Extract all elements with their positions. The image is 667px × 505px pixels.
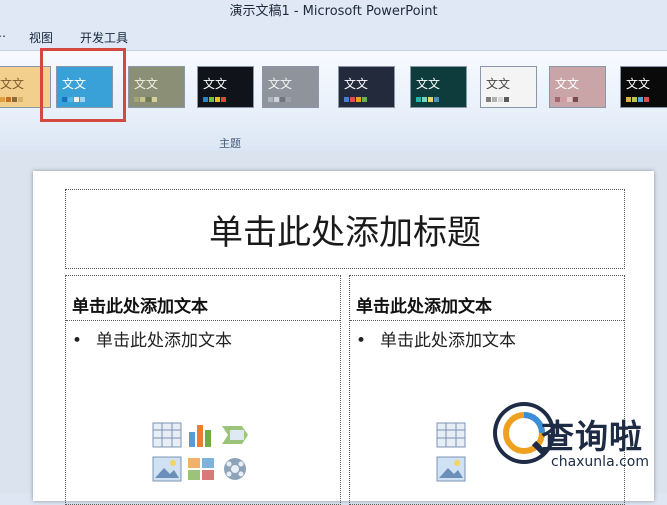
title-text: 单击此处添加标题: [209, 212, 481, 253]
bullet-icon: •: [356, 331, 367, 351]
menu-edge-icon: ⋯: [0, 29, 6, 43]
color-swatch: [0, 97, 5, 102]
color-swatch: [344, 97, 349, 102]
color-swatch: [209, 97, 214, 102]
color-swatch: [428, 97, 433, 102]
theme-sample-text: 文文: [0, 77, 25, 91]
theme-sample-text: 文文: [134, 77, 159, 91]
color-swatch: [567, 97, 572, 102]
menu-view[interactable]: 视图: [29, 29, 53, 46]
theme-thumbnail[interactable]: 文文: [549, 66, 606, 108]
clipart-icon[interactable]: [186, 456, 216, 482]
color-swatch: [286, 97, 291, 102]
theme-sample-text: 文文: [203, 77, 228, 91]
watermark: 查询啦 chaxunla.com: [493, 402, 665, 476]
color-swatch: [280, 97, 285, 102]
color-swatch: [12, 97, 17, 102]
left-content-placeholder[interactable]: 单击此处添加文本 • 单击此处添加文本: [65, 275, 341, 505]
right-heading-box: 单击此处添加文本: [350, 276, 624, 321]
theme-group-label: 主题: [219, 137, 241, 150]
color-swatch: [561, 97, 566, 102]
color-swatch: [152, 97, 157, 102]
picture-icon[interactable]: [436, 456, 466, 482]
right-bullet: • 单击此处添加文本: [356, 326, 516, 351]
theme-thumbnail[interactable]: 文文: [620, 66, 667, 108]
watermark-domain: chaxunla.com: [551, 454, 649, 470]
color-swatch: [362, 97, 367, 102]
bullet-icon: •: [72, 331, 83, 351]
color-swatch: [486, 97, 491, 102]
theme-sample-text: 文文: [416, 77, 441, 91]
color-swatch: [492, 97, 497, 102]
title-bar: 演示文稿1 - Microsoft PowerPoint: [0, 0, 667, 24]
color-swatch: [644, 97, 649, 102]
left-bullet-text: 单击此处添加文本: [96, 331, 232, 351]
left-bullet: • 单击此处添加文本: [72, 326, 232, 351]
table-icon[interactable]: [152, 422, 182, 448]
window-title: 演示文稿1 - Microsoft PowerPoint: [229, 4, 438, 19]
color-swatch: [555, 97, 560, 102]
theme-color-swatches: [134, 97, 157, 102]
theme-color-swatches: [344, 97, 367, 102]
color-swatch: [268, 97, 273, 102]
color-swatch: [6, 97, 11, 102]
watermark-cn: 查询啦: [541, 417, 643, 456]
theme-color-swatches: [268, 97, 291, 102]
color-swatch: [573, 97, 578, 102]
theme-color-swatches: [0, 97, 23, 102]
theme-sample-text: 文文: [555, 77, 580, 91]
theme-color-swatches: [203, 97, 226, 102]
table-icon[interactable]: [436, 422, 466, 448]
color-swatch: [274, 97, 279, 102]
theme-sample-text: 文文: [486, 77, 511, 91]
media-icon[interactable]: [220, 456, 250, 482]
color-swatch: [140, 97, 145, 102]
menu-developer[interactable]: 开发工具: [80, 29, 128, 46]
theme-sample-text: 文文: [268, 77, 293, 91]
theme-thumbnail[interactable]: 文文: [128, 66, 185, 108]
color-swatch: [626, 97, 631, 102]
theme-thumbnail[interactable]: 文文: [197, 66, 254, 108]
color-swatch: [350, 97, 355, 102]
color-swatch: [434, 97, 439, 102]
menu-bar: ⋯ 视图 开发工具: [0, 24, 667, 50]
theme-color-swatches: [486, 97, 509, 102]
color-swatch: [416, 97, 421, 102]
theme-color-swatches: [555, 97, 578, 102]
right-bullet-text: 单击此处添加文本: [380, 331, 516, 351]
theme-color-swatches: [416, 97, 439, 102]
color-swatch: [203, 97, 208, 102]
color-swatch: [498, 97, 503, 102]
theme-sample-text: 文文: [626, 77, 651, 91]
color-swatch: [134, 97, 139, 102]
picture-icon[interactable]: [152, 456, 182, 482]
left-heading-text: 单击此处添加文本: [72, 297, 208, 317]
theme-thumbnail[interactable]: 文文: [410, 66, 467, 108]
theme-thumbnail[interactable]: 文文: [480, 66, 537, 108]
color-swatch: [422, 97, 427, 102]
color-swatch: [146, 97, 151, 102]
left-heading-box: 单击此处添加文本: [66, 276, 340, 321]
chart-icon[interactable]: [186, 422, 216, 448]
color-swatch: [221, 97, 226, 102]
color-swatch: [632, 97, 637, 102]
theme-thumbnail[interactable]: 文文: [338, 66, 395, 108]
color-swatch: [356, 97, 361, 102]
color-swatch: [638, 97, 643, 102]
theme-color-swatches: [626, 97, 649, 102]
selected-theme-highlight: [40, 48, 126, 122]
theme-thumbnail[interactable]: 文文: [262, 66, 319, 108]
right-heading-text: 单击此处添加文本: [356, 297, 492, 317]
color-swatch: [215, 97, 220, 102]
title-placeholder[interactable]: 单击此处添加标题: [65, 189, 625, 269]
color-swatch: [504, 97, 509, 102]
theme-sample-text: 文文: [344, 77, 369, 91]
smartart-icon[interactable]: [220, 422, 250, 448]
color-swatch: [18, 97, 23, 102]
